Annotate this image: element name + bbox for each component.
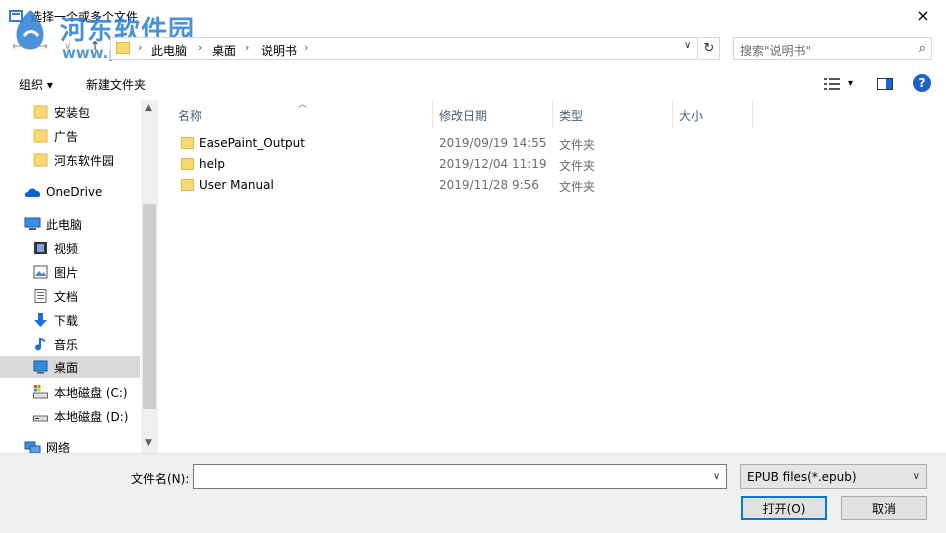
drive-d-icon [33, 415, 48, 422]
breadcrumb-manual[interactable]: 说明书 [261, 42, 297, 59]
column-divider[interactable] [432, 100, 433, 128]
dialog-footer: 文件名(N): ∨ EPUB files(*.epub) ∨ 打开(O) 取消 [0, 453, 946, 533]
chevron-right-icon[interactable]: › [304, 41, 308, 54]
nav-item-ads[interactable]: 广告 [0, 125, 140, 147]
nav-item-onedrive[interactable]: OneDrive [0, 181, 140, 203]
nav-item-music[interactable]: 音乐 [0, 333, 140, 355]
nav-item-hedong[interactable]: 河东软件园 [0, 149, 140, 171]
file-type: 文件夹 [559, 159, 596, 173]
filename-input[interactable] [193, 464, 727, 489]
videos-icon [34, 242, 47, 254]
column-header-date[interactable]: 修改日期 [439, 107, 487, 124]
sort-ascending-icon: ︿ [298, 100, 308, 110]
this-pc-icon [24, 217, 41, 230]
breadcrumb-this-pc[interactable]: 此电脑 [151, 42, 187, 59]
nav-item-desktop[interactable]: 桌面 [0, 356, 140, 378]
search-box[interactable]: 搜索"说明书" ⌕ [733, 37, 932, 60]
pictures-icon [33, 265, 48, 279]
folder-icon [181, 179, 194, 191]
title-bar: 选择一个或多个文件 河东软件园 www.pc0359.cn × [0, 0, 946, 62]
address-dropdown-icon[interactable]: ∨ [684, 40, 691, 51]
table-row[interactable]: EasePaint_Output 2019/09/19 14:55 文件夹 [176, 133, 676, 154]
chevron-right-icon[interactable]: › [198, 41, 202, 54]
column-divider[interactable] [552, 100, 553, 128]
nav-scrollbar[interactable]: ▲ ▼ [141, 100, 158, 453]
breadcrumb-desktop[interactable]: 桌面 [212, 42, 236, 59]
nav-item-installers[interactable]: 安装包 [0, 101, 140, 123]
address-bar[interactable]: › 此电脑 › 桌面 › 说明书 › [110, 37, 698, 60]
nav-item-drive-c[interactable]: 本地磁盘 (C:) [0, 381, 140, 403]
nav-item-pictures[interactable]: 图片 [0, 261, 140, 283]
search-icon[interactable]: ⌕ [919, 41, 926, 56]
table-row[interactable]: help 2019/12/04 11:19 文件夹 [176, 154, 676, 175]
filetype-value: EPUB files(*.epub) [747, 470, 857, 484]
column-header-size[interactable]: 大小 [679, 107, 703, 124]
folder-icon [181, 158, 194, 170]
window-title: 选择一个或多个文件 [30, 10, 139, 24]
app-icon [9, 10, 23, 22]
nav-item-this-pc[interactable]: 此电脑 [0, 213, 140, 235]
organize-button[interactable]: 组织 ▾ [19, 76, 53, 93]
music-icon [35, 338, 45, 351]
folder-icon [116, 42, 130, 54]
file-name: EasePaint_Output [199, 136, 305, 150]
chevron-right-icon[interactable]: › [245, 41, 249, 54]
scrollbar-thumb[interactable] [143, 204, 156, 409]
file-date: 2019/09/19 14:55 [439, 136, 547, 150]
chevron-down-icon: ∨ [912, 471, 920, 482]
column-header-name[interactable]: 名称 [178, 107, 202, 124]
file-name: User Manual [199, 178, 274, 192]
chevron-right-icon[interactable]: › [138, 41, 142, 54]
nav-item-videos[interactable]: 视频 [0, 237, 140, 259]
forward-icon[interactable]: → [38, 39, 48, 53]
help-icon[interactable]: ? [913, 74, 931, 92]
view-dropdown-icon[interactable]: ▾ [848, 78, 853, 89]
close-icon: × [916, 6, 930, 25]
file-date: 2019/12/04 11:19 [439, 157, 547, 171]
desktop-icon [33, 360, 48, 374]
preview-pane-icon[interactable] [877, 78, 893, 90]
table-row[interactable]: User Manual 2019/11/28 9:56 文件夹 [176, 175, 676, 196]
filename-label: 文件名(N): [131, 472, 190, 486]
refresh-button[interactable]: ↻ [699, 37, 720, 60]
nav-item-downloads[interactable]: 下载 [0, 309, 140, 331]
documents-icon [34, 289, 47, 303]
view-options-icon[interactable] [824, 78, 840, 90]
file-name: help [199, 157, 225, 171]
command-toolbar: 组织 ▾ 新建文件夹 ▾ ? [0, 68, 946, 100]
nav-item-network[interactable]: 网络 [0, 436, 140, 453]
file-type: 文件夹 [559, 138, 596, 152]
file-date: 2019/11/28 9:56 [439, 178, 539, 192]
refresh-icon: ↻ [703, 41, 715, 56]
folder-icon [33, 153, 48, 167]
recent-dropdown-icon[interactable]: ∨ [64, 41, 71, 52]
new-folder-button[interactable]: 新建文件夹 [86, 76, 146, 93]
cancel-button[interactable]: 取消 [841, 496, 927, 520]
file-list: ︿ 名称 修改日期 类型 大小 EasePaint_Output 2019/09… [158, 100, 946, 453]
scroll-down-icon[interactable]: ▼ [145, 438, 152, 448]
search-placeholder: 搜索"说明书" [740, 44, 812, 58]
folder-icon [181, 137, 194, 149]
column-divider[interactable] [672, 100, 673, 128]
navigation-pane: 安装包 广告 河东软件园 OneDrive 此电脑 视频 图片 文档 下载 音乐… [0, 100, 158, 453]
folder-icon [33, 129, 48, 143]
column-header-type[interactable]: 类型 [559, 107, 583, 124]
open-button[interactable]: 打开(O) [741, 496, 827, 520]
file-type: 文件夹 [559, 180, 596, 194]
folder-icon [33, 105, 48, 119]
network-icon [24, 441, 41, 453]
scroll-up-icon[interactable]: ▲ [145, 103, 152, 113]
downloads-icon [34, 313, 47, 327]
column-divider[interactable] [752, 100, 753, 128]
nav-item-drive-d[interactable]: 本地磁盘 (D:) [0, 405, 140, 427]
drive-c-icon [33, 385, 48, 399]
back-icon[interactable]: ← [12, 39, 22, 53]
filetype-select[interactable]: EPUB files(*.epub) ∨ [740, 464, 927, 489]
onedrive-icon [24, 188, 41, 197]
navigation-bar: ← → ∨ ↑ › 此电脑 › 桌面 › 说明书 › ∨ ↻ 搜索"说明书" ⌕ [0, 35, 946, 61]
close-button[interactable]: × [900, 0, 946, 31]
nav-item-documents[interactable]: 文档 [0, 285, 140, 307]
up-icon[interactable]: ↑ [90, 39, 100, 53]
